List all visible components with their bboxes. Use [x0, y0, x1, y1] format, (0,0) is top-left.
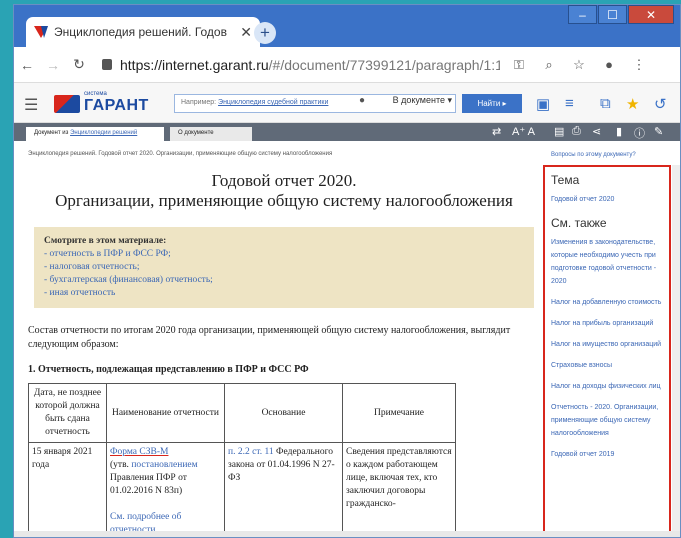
font-size-icon[interactable]: A⁺ A — [512, 125, 535, 138]
logo-text: ГАРАНТ — [84, 97, 149, 114]
theme-heading: Тема — [551, 173, 580, 187]
resolution-link[interactable]: постановлением — [131, 460, 197, 470]
bookmark-icon[interactable]: ▮ — [616, 125, 622, 138]
info-icon[interactable]: ⓘ — [634, 125, 645, 141]
reload-icon[interactable]: ↻ — [66, 56, 92, 73]
forward-icon[interactable]: → — [40, 57, 66, 73]
section-heading: 1. Отчетность, подлежащая представлению … — [28, 364, 309, 375]
tab-title: Энциклопедия решений. Годов — [54, 25, 227, 39]
contents-item[interactable]: - иная отчетность — [44, 287, 524, 300]
tab-document-link[interactable]: Энциклопедии решений — [70, 130, 137, 136]
cell-name: Форма СЗВ-М (утв. постановлением Правлен… — [106, 442, 225, 537]
see-also-link[interactable]: Налог на прибыль организаций — [551, 317, 663, 330]
see-also-link[interactable]: Налог на доходы физических лиц — [551, 380, 663, 393]
search-example-link[interactable]: Энциклопедия судебной практики — [218, 99, 328, 106]
url-host: https://internet.garant.ru — [120, 56, 269, 73]
tab-close-icon[interactable]: ✕ — [240, 24, 252, 41]
breadcrumb: Энциклопедия решений. Годовой отчет 2020… — [28, 151, 333, 157]
menu-icon[interactable]: ⋮ — [628, 57, 650, 73]
new-tab-button[interactable]: + — [254, 22, 276, 44]
filter-icon[interactable]: ≡ — [565, 95, 574, 112]
find-button[interactable]: Найти ▸ — [462, 94, 522, 113]
star-icon[interactable]: ☆ — [568, 57, 590, 73]
tab-about-document[interactable]: О документе — [170, 127, 252, 141]
form-approved-b: Правления ПФР от 01.02.2016 N 83п) — [110, 473, 187, 496]
doc-title-line1: Годовой отчет 2020. — [211, 171, 357, 190]
see-also-link[interactable]: Изменения в законодательстве, которые не… — [551, 236, 663, 288]
table-header-row: Дата, не позднее которой должна быть сда… — [28, 383, 456, 443]
browser-tab[interactable]: Энциклопедия решений. Годов ✕ — [26, 17, 260, 47]
horizontal-scrollbar[interactable] — [14, 531, 680, 537]
window-controls: ‒ ☐ ✕ — [567, 5, 674, 24]
address-bar: ← → ↻ https://internet.garant.ru/#/docum… — [14, 47, 680, 83]
see-also-link[interactable]: Налог на добавленную стоимость — [551, 296, 663, 309]
header-note: Примечание — [342, 383, 456, 443]
basis-link[interactable]: п. 2.2 ст. 11 — [228, 447, 274, 457]
hamburger-icon[interactable]: ☰ — [24, 95, 38, 115]
ask-question-link[interactable]: Вопросы по этому документу? — [551, 152, 636, 158]
account-icon[interactable]: ● — [598, 57, 620, 72]
microphone-icon[interactable]: ● — [359, 95, 365, 106]
lock-icon — [102, 59, 112, 70]
history-icon[interactable]: ↺ — [654, 95, 667, 113]
document-toolbar: Документ из Энциклопедии решений О докум… — [14, 123, 680, 141]
contents-item[interactable]: - бухгалтерская (финансовая) отчетность; — [44, 274, 524, 287]
see-also-link[interactable]: Налог на имущество организаций — [551, 338, 663, 351]
maximize-button[interactable]: ☐ — [598, 5, 627, 24]
tools-icon[interactable]: ✎ — [654, 125, 663, 138]
search-scope-label: В документе — [392, 95, 445, 105]
tab-document[interactable]: Документ из Энциклопедии решений — [26, 127, 164, 141]
title-bar: Энциклопедия решений. Годов ✕ + ‒ ☐ ✕ — [14, 5, 680, 47]
intro-paragraph: Состав отчетности по итогам 2020 года ор… — [28, 325, 511, 350]
see-also-link[interactable]: Отчетность - 2020. Организации, применяю… — [551, 401, 663, 440]
url-field[interactable]: https://internet.garant.ru/#/document/77… — [120, 57, 500, 73]
garant-logo-mark-icon — [54, 95, 80, 113]
see-also-heading: См. также — [551, 216, 607, 230]
document-content: Годовой отчет 2020. Организации, применя… — [28, 165, 540, 537]
tab-document-prefix: Документ из — [34, 130, 71, 136]
print-icon[interactable]: ⎙ — [572, 125, 581, 138]
reporting-table: Дата, не позднее которой должна быть сда… — [28, 383, 456, 537]
minimize-button[interactable]: ‒ — [568, 5, 597, 24]
form-link[interactable]: Форма СЗВ-М — [110, 447, 168, 457]
cell-basis: п. 2.2 ст. 11 Федерального закона от 01.… — [224, 442, 343, 537]
header-basis: Основание — [224, 383, 343, 443]
garant-toolbar: ☰ система ГАРАНТ Например: Энциклопедия … — [14, 83, 680, 123]
share-icon[interactable]: ⋖ — [592, 125, 601, 138]
related-sidebar: Тема Годовой отчет 2020 См. также Измене… — [543, 165, 671, 533]
search-prefix: Например: — [181, 99, 219, 106]
doc-title-line2: Организации, применяющие общую систему н… — [55, 191, 513, 210]
close-window-button[interactable]: ✕ — [628, 5, 674, 24]
compare-icon[interactable]: ⧉ — [600, 95, 611, 112]
save-icon[interactable]: ▤ — [554, 125, 564, 138]
vertical-scrollbar[interactable] — [672, 165, 680, 531]
table-row: 15 января 2021 года Форма СЗВ-М (утв. по… — [28, 442, 456, 537]
back-icon[interactable]: ← — [14, 57, 40, 73]
garant-favicon-icon — [34, 26, 48, 38]
header-name: Наименование отчетности — [106, 383, 225, 443]
find-label: Найти — [477, 99, 501, 108]
contents-box: Смотрите в этом материале: - отчетность … — [34, 227, 534, 308]
header-date: Дата, не позднее которой должна быть сда… — [28, 383, 107, 443]
search-scope-select[interactable]: В документе ▾ — [372, 95, 452, 110]
see-also-link[interactable]: Годовой отчет 2019 — [551, 448, 663, 461]
translate-icon[interactable]: ⇄ — [492, 125, 501, 138]
cell-date: 15 января 2021 года — [28, 442, 107, 537]
extended-search-icon[interactable]: ▣ — [536, 95, 550, 113]
garant-logo[interactable]: система ГАРАНТ — [54, 91, 148, 117]
url-path: /#/document/77399121/paragraph/1:12 — [268, 56, 500, 73]
browser-window: Энциклопедия решений. Годов ✕ + ‒ ☐ ✕ ← … — [13, 4, 681, 538]
cell-note: Сведения представляются о каждом работаю… — [342, 442, 456, 537]
contents-item[interactable]: - налоговая отчетность; — [44, 261, 524, 274]
contents-box-heading: Смотрите в этом материале: — [44, 236, 167, 246]
contents-item[interactable]: - отчетность в ПФР и ФСС РФ; — [44, 248, 524, 261]
key-icon[interactable]: ⚿ — [508, 57, 530, 73]
theme-link[interactable]: Годовой отчет 2020 — [551, 193, 663, 206]
see-also-link[interactable]: Страховые взносы — [551, 359, 663, 372]
favorites-star-icon[interactable]: ★ — [626, 95, 639, 113]
form-approved-a: (утв. — [110, 460, 132, 470]
zoom-icon[interactable]: ⌕ — [538, 57, 560, 73]
